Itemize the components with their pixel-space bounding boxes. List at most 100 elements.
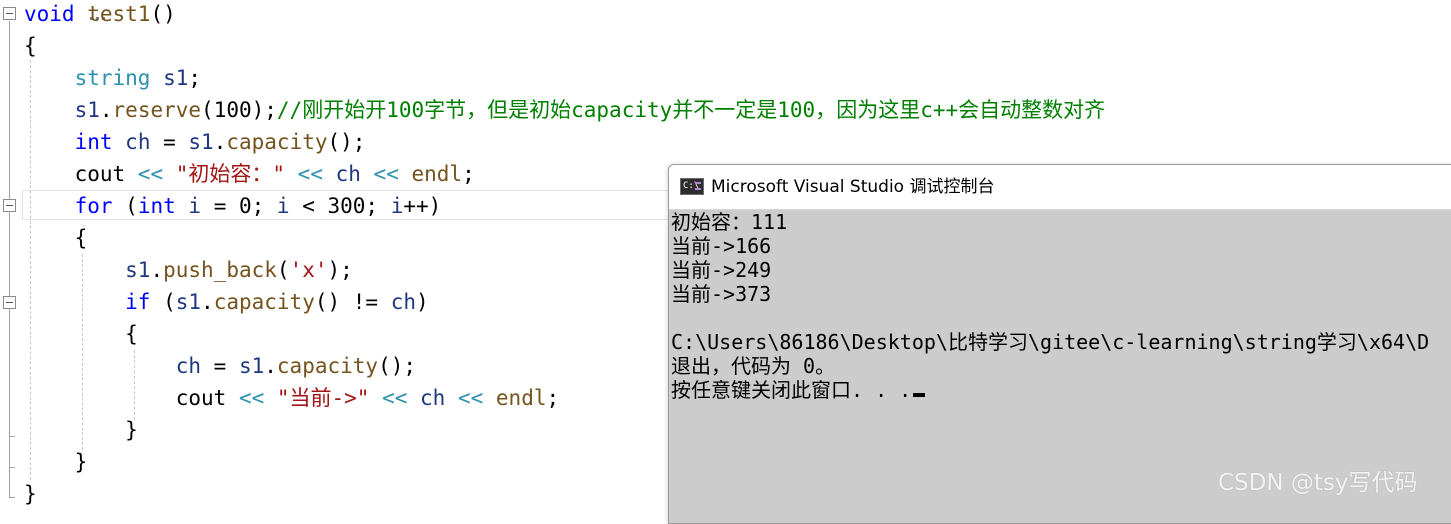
- code-token: .: [201, 290, 214, 314]
- code-token: int: [137, 194, 176, 218]
- code-token: endl: [411, 162, 463, 186]
- code-line[interactable]: {: [24, 318, 138, 350]
- code-line[interactable]: string s1;: [24, 62, 201, 94]
- console-output-line: C:\Users\86186\Desktop\比特学习\gitee\c-lear…: [671, 330, 1451, 354]
- collapse-for-loop-icon[interactable]: [3, 199, 16, 212]
- code-line[interactable]: }: [24, 446, 88, 478]
- fold-guide-if: [9, 310, 10, 437]
- code-token: =: [201, 354, 239, 378]
- code-token: cout: [74, 162, 126, 186]
- code-token: .: [150, 258, 164, 282]
- collapse-if-block-icon[interactable]: [3, 296, 16, 309]
- console-output-text: 初始容：111: [671, 210, 788, 234]
- code-token: ch: [335, 162, 361, 186]
- code-token: <<: [360, 162, 412, 186]
- fold-end-for: [9, 467, 15, 468]
- code-token: <<: [445, 386, 496, 410]
- code-token: if: [125, 290, 151, 314]
- code-token: }: [24, 450, 88, 474]
- code-token: ++): [403, 194, 442, 218]
- code-token: = 0;: [201, 194, 277, 218]
- code-line[interactable]: }: [24, 478, 37, 510]
- code-token: s1: [175, 290, 202, 314]
- code-token: .: [213, 130, 227, 154]
- console-output-text: 按任意键关闭此窗口. . .: [671, 378, 912, 402]
- console-output-text: 退出，代码为 0。: [671, 354, 836, 378]
- fold-end-if: [9, 436, 15, 437]
- code-token: push_back: [163, 258, 277, 282]
- code-token: (): [150, 2, 176, 26]
- code-token: s1: [74, 98, 100, 122]
- code-token: );: [327, 258, 353, 282]
- code-token: ch: [390, 290, 417, 314]
- code-token: endl: [495, 386, 547, 410]
- code-token: capacity: [276, 354, 379, 378]
- collapse-function-icon[interactable]: [3, 7, 16, 20]
- console-output-line: 退出，代码为 0。: [671, 354, 1451, 378]
- code-line[interactable]: s1.push_back('x');: [24, 254, 353, 286]
- code-token: ): [416, 290, 429, 314]
- code-token: capacity: [213, 290, 315, 314]
- console-output-line: 当前->166: [671, 234, 1451, 258]
- console-titlebar[interactable]: C:\ Microsoft Visual Studio 调试控制台: [669, 165, 1451, 210]
- code-line[interactable]: for (int i = 0; i < 300; i++): [24, 190, 442, 222]
- code-line[interactable]: {: [24, 30, 37, 62]
- console-output-line: 按任意键关闭此窗口. . .: [671, 378, 1451, 402]
- code-token: }: [24, 482, 37, 506]
- code-token: i: [188, 194, 202, 218]
- code-line[interactable]: s1.reserve(100);//刚开始开100字节，但是初始capacity…: [24, 94, 1106, 126]
- code-token: "当前->": [276, 386, 370, 410]
- console-output-line: 当前->249: [671, 258, 1451, 282]
- code-token: test1: [87, 2, 151, 26]
- code-token: string: [74, 66, 151, 90]
- code-token: }: [24, 418, 138, 442]
- code-token: <<: [369, 386, 421, 410]
- code-token: reserve: [112, 98, 202, 122]
- code-token: "初始容：": [175, 162, 286, 186]
- code-token: (: [112, 194, 138, 218]
- code-token: () !=: [314, 290, 391, 314]
- console-output-text: C:\Users\86186\Desktop\比特学习\gitee\c-lear…: [671, 330, 1430, 354]
- code-token: ch: [175, 354, 202, 378]
- code-token: (100);: [201, 98, 277, 122]
- code-line[interactable]: if (s1.capacity() != ch): [24, 286, 429, 318]
- code-line[interactable]: cout << "当前->" << ch << endl;: [24, 382, 559, 414]
- code-token: s1: [163, 66, 189, 90]
- code-line[interactable]: ch = s1.capacity();: [24, 350, 416, 382]
- console-cursor: [913, 393, 926, 397]
- code-token: ch: [420, 386, 446, 410]
- code-line[interactable]: cout << "初始容：" << ch << endl;: [24, 158, 475, 190]
- csdn-watermark: CSDN @tsy写代码: [1218, 470, 1418, 496]
- code-line[interactable]: void test1(): [24, 0, 176, 30]
- code-token: < 300;: [289, 194, 391, 218]
- console-output-text: 当前->249: [671, 258, 772, 282]
- code-line[interactable]: {: [24, 222, 88, 254]
- code-line[interactable]: }: [24, 414, 138, 446]
- code-token: ;: [546, 386, 560, 410]
- code-token: ch: [125, 130, 151, 154]
- code-token: {: [24, 226, 88, 250]
- code-token: ;: [462, 162, 475, 186]
- code-token: s1: [238, 354, 265, 378]
- console-output-line: 初始容：111: [671, 210, 1451, 234]
- code-token: i: [390, 194, 404, 218]
- code-token: <<: [125, 162, 176, 186]
- code-token: //刚开始开100字节，但是初始capacity并不一定是100，因为这里c++…: [276, 98, 1106, 122]
- code-token: cout: [175, 386, 227, 410]
- code-line[interactable]: int ch = s1.capacity();: [24, 126, 366, 158]
- code-token: <<: [285, 162, 336, 186]
- code-token: s1: [188, 130, 214, 154]
- code-token: ();: [378, 354, 416, 378]
- code-token: capacity: [226, 130, 328, 154]
